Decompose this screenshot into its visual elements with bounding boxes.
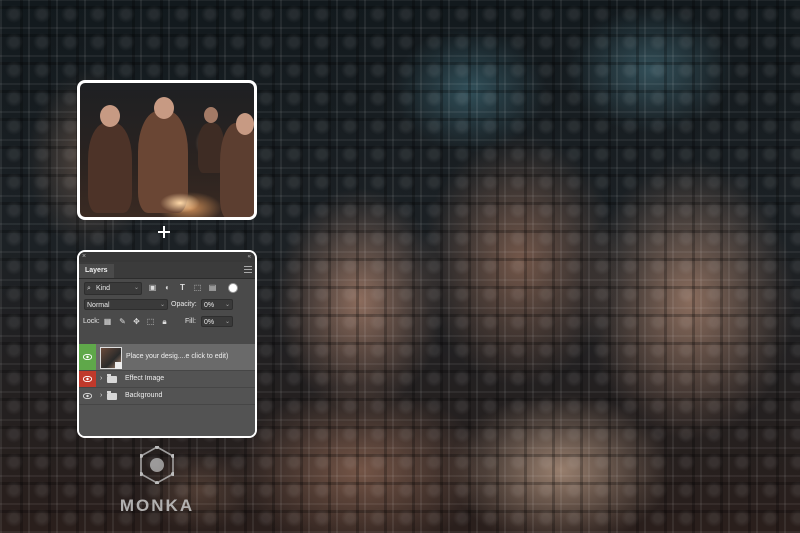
smart-object-badge-icon [115, 362, 122, 369]
fill-field[interactable]: 0% ⌄ [201, 316, 233, 327]
lock-artboard-icon[interactable]: ⬚ [146, 317, 155, 326]
chevron-right-icon[interactable]: › [100, 375, 102, 382]
panel-header: × « [79, 252, 255, 262]
lock-row: Lock: ▦ ✎ ✥ ⬚ 🔒︎ Fill: 0% ⌄ [79, 313, 255, 330]
layer-filter-row: ⌕ Kind ⌄ ▣ ◐ T ⬚ ▤ [79, 279, 255, 296]
lock-position-icon[interactable]: ✥ [132, 317, 141, 326]
preview-face [204, 107, 218, 123]
collapse-icon[interactable]: « [248, 253, 251, 261]
layer-effect-image[interactable]: › Effect Image [79, 371, 255, 388]
close-icon[interactable]: × [82, 253, 86, 261]
layers-list: Place your desig....e click to edit) › E… [79, 344, 255, 436]
chevron-down-icon: ⌄ [159, 302, 165, 308]
layers-panel: × « Layers ⌕ Kind ⌄ ▣ ◐ T ⬚ ▤ Normal ⌄ O… [77, 250, 257, 438]
opacity-value: 0% [204, 302, 215, 309]
folder-icon [107, 374, 117, 383]
layer-name: Place your desig....e click to edit) [126, 353, 229, 360]
visibility-toggle[interactable] [79, 344, 96, 370]
preview-face [236, 113, 254, 135]
folder-icon [107, 391, 117, 400]
preview-figure [88, 123, 132, 213]
fill-value: 0% [204, 319, 215, 326]
kind-label: Kind [96, 285, 111, 292]
search-icon: ⌕ [87, 285, 91, 292]
plus-icon [158, 226, 170, 238]
hexagon-logo-icon [140, 446, 174, 484]
fill-label: Fill: [185, 318, 196, 325]
eye-icon [83, 393, 92, 399]
kind-filter-dropdown[interactable]: ⌕ Kind ⌄ [84, 282, 142, 295]
smart-object-filter-icon[interactable]: ▤ [208, 283, 217, 292]
visibility-toggle[interactable] [79, 388, 96, 404]
watermark-text: MONKA [119, 496, 195, 515]
panel-menu-icon[interactable] [244, 266, 252, 273]
chevron-down-icon: ⌄ [224, 302, 230, 308]
blend-mode-dropdown[interactable]: Normal ⌄ [84, 299, 168, 310]
blend-row: Normal ⌄ Opacity: 0% ⌄ [79, 296, 255, 313]
original-photo-preview [77, 80, 257, 220]
preview-face [100, 105, 120, 127]
chevron-down-icon: ⌄ [133, 285, 139, 291]
preview-face [154, 97, 174, 119]
lock-transparent-icon[interactable]: ▦ [103, 317, 112, 326]
layer-background[interactable]: › Background [79, 388, 255, 405]
opacity-field[interactable]: 0% ⌄ [201, 299, 233, 310]
lock-all-icon[interactable]: 🔒︎ [160, 317, 169, 326]
filter-toggle[interactable] [228, 283, 238, 293]
type-filter-icon[interactable]: T [178, 283, 187, 292]
layer-smart-object[interactable]: Place your desig....e click to edit) [79, 344, 255, 371]
blend-mode-value: Normal [87, 302, 110, 309]
opacity-label: Opacity: [171, 301, 197, 308]
image-filter-icon[interactable]: ▣ [148, 283, 157, 292]
visibility-toggle[interactable] [79, 371, 96, 387]
tab-layers[interactable]: Layers [79, 264, 114, 278]
preview-figure [220, 123, 254, 217]
eye-icon [83, 354, 92, 360]
watermark-logo: MONKA [112, 440, 202, 520]
shape-filter-icon[interactable]: ⬚ [193, 283, 202, 292]
smart-object-thumbnail [100, 347, 122, 369]
chevron-right-icon[interactable]: › [100, 392, 102, 399]
layer-name: Background [125, 392, 163, 399]
layer-name: Effect Image [125, 375, 165, 382]
lock-label: Lock: [83, 318, 100, 325]
lock-paint-icon[interactable]: ✎ [118, 317, 127, 326]
fire-glow [160, 193, 200, 213]
chevron-down-icon: ⌄ [224, 319, 230, 325]
eye-icon [83, 376, 92, 382]
adjustment-filter-icon[interactable]: ◐ [163, 283, 172, 292]
panel-tab-bar: Layers [79, 262, 255, 279]
